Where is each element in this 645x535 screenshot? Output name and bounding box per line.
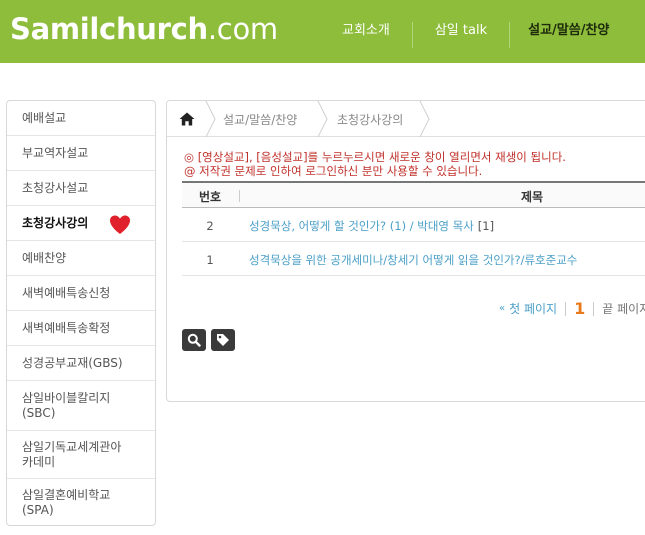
sidebar-item-guest-sermon[interactable]: 초청강사설교 <box>7 171 155 206</box>
first-page-link[interactable]: 첫 페이지 <box>509 300 557 317</box>
notice-line-video: ◎ [영상설교], [음성설교]를 누르누르시면 새로운 창이 열리면서 재생이… <box>184 150 566 164</box>
sidebar-item-gbs[interactable]: 성경공부교재(GBS) <box>7 346 155 381</box>
sidebar-item-worship-praise[interactable]: 예배찬양 <box>7 241 155 276</box>
sidebar-item-sbc[interactable]: 삼일바이블칼리지 (SBC) <box>7 381 155 431</box>
nav-item-talk[interactable]: 삼일 talk <box>413 22 511 48</box>
table-header: 번호 제목 <box>182 181 645 208</box>
sidebar-item-label: 삼일기독교세계관아 카데미 <box>22 439 122 469</box>
search-button[interactable] <box>182 329 206 351</box>
sidebar-item-guest-lecture[interactable]: 초청강사강의 <box>7 206 155 241</box>
table-row: 1 성격묵상을 위한 공개세미나/창세기 어떻게 읽을 것인가?/류호준교수 <box>182 242 645 276</box>
row-title-link[interactable]: 성격묵상을 위한 공개세미나/창세기 어떻게 읽을 것인가?/류호준교수 <box>249 252 577 268</box>
sidebar-item-dawn-special-confirm[interactable]: 새벽예배특송확정 <box>7 311 155 346</box>
last-page-link[interactable]: 끝 페이지 <box>602 300 645 317</box>
pagination-divider <box>593 301 595 316</box>
nav-item-sermons[interactable]: 설교/말씀/찬양 <box>510 22 609 48</box>
heart-icon <box>110 215 130 234</box>
double-chevron-left-icon: « <box>499 303 506 314</box>
breadcrumb: 설교/말씀/찬양 초청강사강의 <box>167 101 645 137</box>
sidebar-item-dawn-special-request[interactable]: 새벽예배특송신청 <box>7 276 155 311</box>
row-number: 1 <box>206 253 214 267</box>
site-logo[interactable]: Samilchurch.com <box>10 12 278 46</box>
nav-item-about[interactable]: 교회소개 <box>320 22 413 48</box>
tag-button[interactable] <box>211 329 235 351</box>
breadcrumb-separator <box>419 101 430 137</box>
sidebar-item-label: 예배설교 <box>22 110 67 125</box>
column-header-title: 제목 <box>520 190 544 204</box>
main-panel: 설교/말씀/찬양 초청강사강의 ◎ [영상설교], [음성설교]를 누르누르시면… <box>166 100 645 402</box>
sidebar-item-label: 삼일결혼예비학교 (SPA) <box>22 488 111 517</box>
sidebar-item-label: 초청강사강의 <box>22 215 89 230</box>
column-divider <box>239 190 240 202</box>
pagination: « 첫 페이지 1 끝 페이지 <box>499 299 645 318</box>
sidebar-item-label: 예배찬양 <box>22 250 67 265</box>
breadcrumb-separator <box>317 101 328 137</box>
breadcrumb-item-sermons[interactable]: 설교/말씀/찬양 <box>223 111 297 128</box>
logo-text-domain: .com <box>207 12 278 46</box>
search-icon <box>187 333 201 347</box>
row-title-link[interactable]: 성경묵상, 어떻게 할 것인가? (1) / 박대영 목사 [1] <box>249 218 494 234</box>
current-page[interactable]: 1 <box>574 299 585 318</box>
row-title-text[interactable]: 성격묵상을 위한 공개세미나/창세기 어떻게 읽을 것인가?/류호준교수 <box>249 253 577 267</box>
tag-icon <box>217 334 229 346</box>
sidebar-item-label: 새벽예배특송확정 <box>22 320 111 335</box>
breadcrumb-item-guest-lecture[interactable]: 초청강사강의 <box>337 111 403 128</box>
column-header-number: 번호 <box>198 190 222 204</box>
sidebar-item-label: 부교역자설교 <box>22 145 89 160</box>
sidebar-item-worldview-academy[interactable]: 삼일기독교세계관아 카데미 <box>7 431 155 479</box>
breadcrumb-separator <box>205 101 216 137</box>
sidebar-item-label: 새벽예배특송신청 <box>22 285 111 300</box>
sidebar-item-worship-sermon[interactable]: 예배설교 <box>7 101 155 136</box>
sidebar-item-label: 성경공부교재(GBS) <box>22 355 123 370</box>
sidebar-item-assistant-sermon[interactable]: 부교역자설교 <box>7 136 155 171</box>
comment-count: [1] <box>477 219 495 233</box>
row-number: 2 <box>206 219 214 233</box>
site-header: Samilchurch.com 교회소개 삼일 talk 설교/말씀/찬양 <box>0 0 645 63</box>
pagination-divider <box>565 301 567 316</box>
board-table: 번호 제목 2 성경묵상, 어떻게 할 것인가? (1) / 박대영 목사 [1]… <box>182 181 645 276</box>
home-icon[interactable] <box>179 112 195 126</box>
top-nav: 교회소개 삼일 talk 설교/말씀/찬양 <box>320 22 609 48</box>
sidebar-item-spa[interactable]: 삼일결혼예비학교 (SPA) <box>7 479 155 527</box>
sidebar: 예배설교 부교역자설교 초청강사설교 초청강사강의 예배찬양 새벽예배특송신청 … <box>6 100 156 526</box>
sidebar-item-label: 초청강사설교 <box>22 180 89 195</box>
sidebar-item-label: 삼일바이블칼리지 (SBC) <box>22 390 111 420</box>
row-title-text[interactable]: 성경묵상, 어떻게 할 것인가? (1) / 박대영 목사 <box>249 219 474 233</box>
table-row: 2 성경묵상, 어떻게 할 것인가? (1) / 박대영 목사 [1] <box>182 208 645 242</box>
notice: ◎ [영상설교], [음성설교]를 누르누르시면 새로운 창이 열리면서 재생이… <box>184 150 566 178</box>
notice-line-copyright: @ 저작권 문제로 인하여 로그인하신 분만 사용할 수 있습니다. <box>184 164 483 178</box>
logo-text-main: Samilchurch <box>10 12 208 46</box>
